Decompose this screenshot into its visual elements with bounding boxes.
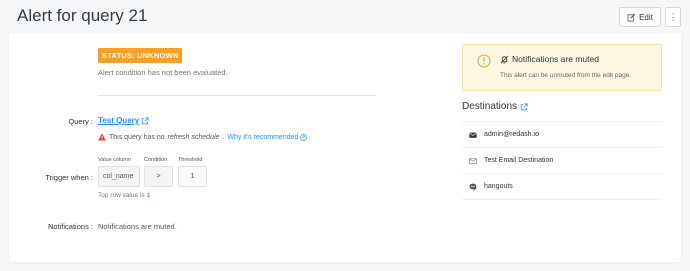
destination-item[interactable]: hangouts bbox=[462, 174, 662, 200]
threshold-header: Threshold bbox=[178, 157, 203, 163]
warning-prefix: This query has no bbox=[109, 133, 165, 141]
edit-button[interactable]: Edit bbox=[619, 7, 661, 27]
threshold-field: 1 bbox=[178, 166, 207, 187]
destinations-list: admin@redash.io Test Email Destination h… bbox=[462, 121, 662, 200]
muted-alert-title-text: Notifications are muted bbox=[512, 54, 599, 64]
question-circle-icon bbox=[300, 133, 308, 141]
value-column-field: col_name bbox=[98, 166, 140, 187]
condition-header: Condition bbox=[144, 157, 168, 163]
envelope-outline-icon bbox=[469, 157, 477, 164]
external-link-icon[interactable] bbox=[520, 102, 528, 111]
more-options-button[interactable]: ⋮ bbox=[665, 7, 681, 27]
bell-slash-icon bbox=[500, 55, 509, 64]
notifications-text: Notifications are muted. bbox=[98, 222, 177, 231]
warning-icon bbox=[98, 133, 106, 141]
muted-alert: Notifications are muted This alert can b… bbox=[462, 44, 662, 91]
top-row-prefix: Top row value is bbox=[98, 192, 145, 199]
hangouts-icon bbox=[469, 183, 477, 190]
destinations-title: Destinations bbox=[462, 101, 528, 112]
destination-label: admin@redash.io bbox=[484, 131, 539, 138]
warning-suffix: . bbox=[222, 133, 225, 141]
trigger-label: Trigger when : bbox=[45, 173, 93, 182]
edit-icon bbox=[627, 13, 636, 22]
destination-label: Test Email Destination bbox=[484, 157, 554, 164]
status-description: Alert condition has not been evaluated. bbox=[98, 68, 228, 77]
divider bbox=[98, 95, 376, 96]
external-link-icon bbox=[142, 116, 149, 124]
page-title: Alert for query 21 bbox=[17, 6, 148, 25]
condition-field: > bbox=[144, 166, 173, 187]
header-actions: Edit ⋮ bbox=[619, 7, 681, 27]
notifications-label: Notifications : bbox=[47, 222, 93, 231]
muted-alert-description: This alert can be unmuted from the edit … bbox=[500, 72, 632, 79]
why-recommended-link[interactable]: Why it's recommended bbox=[227, 133, 308, 141]
schedule-warning: This query has no refresh schedule. Why … bbox=[98, 133, 308, 141]
query-label: Query : bbox=[68, 117, 93, 126]
edit-button-label: Edit bbox=[639, 12, 653, 22]
query-link-text: Test Query bbox=[98, 116, 140, 125]
muted-alert-title: Notifications are muted bbox=[500, 54, 599, 64]
top-row-value: Top row value is 1 bbox=[98, 192, 150, 199]
warning-emphasis: refresh schedule bbox=[167, 133, 220, 141]
alert-card: STATUS: UNKNOWN Alert condition has not … bbox=[9, 33, 681, 262]
destination-item[interactable]: admin@redash.io bbox=[462, 122, 662, 148]
top-row-number: 1 bbox=[146, 192, 151, 199]
destination-label: hangouts bbox=[484, 183, 513, 190]
destinations-title-text: Destinations bbox=[462, 101, 518, 112]
query-link[interactable]: Test Query bbox=[98, 116, 149, 125]
destination-item[interactable]: Test Email Destination bbox=[462, 148, 662, 174]
info-circle-icon bbox=[477, 54, 491, 68]
status-badge: STATUS: UNKNOWN bbox=[98, 48, 183, 63]
envelope-solid-icon bbox=[469, 132, 477, 138]
value-column-header: Value column bbox=[98, 157, 131, 163]
why-recommended-text: Why it's recommended bbox=[227, 133, 299, 141]
